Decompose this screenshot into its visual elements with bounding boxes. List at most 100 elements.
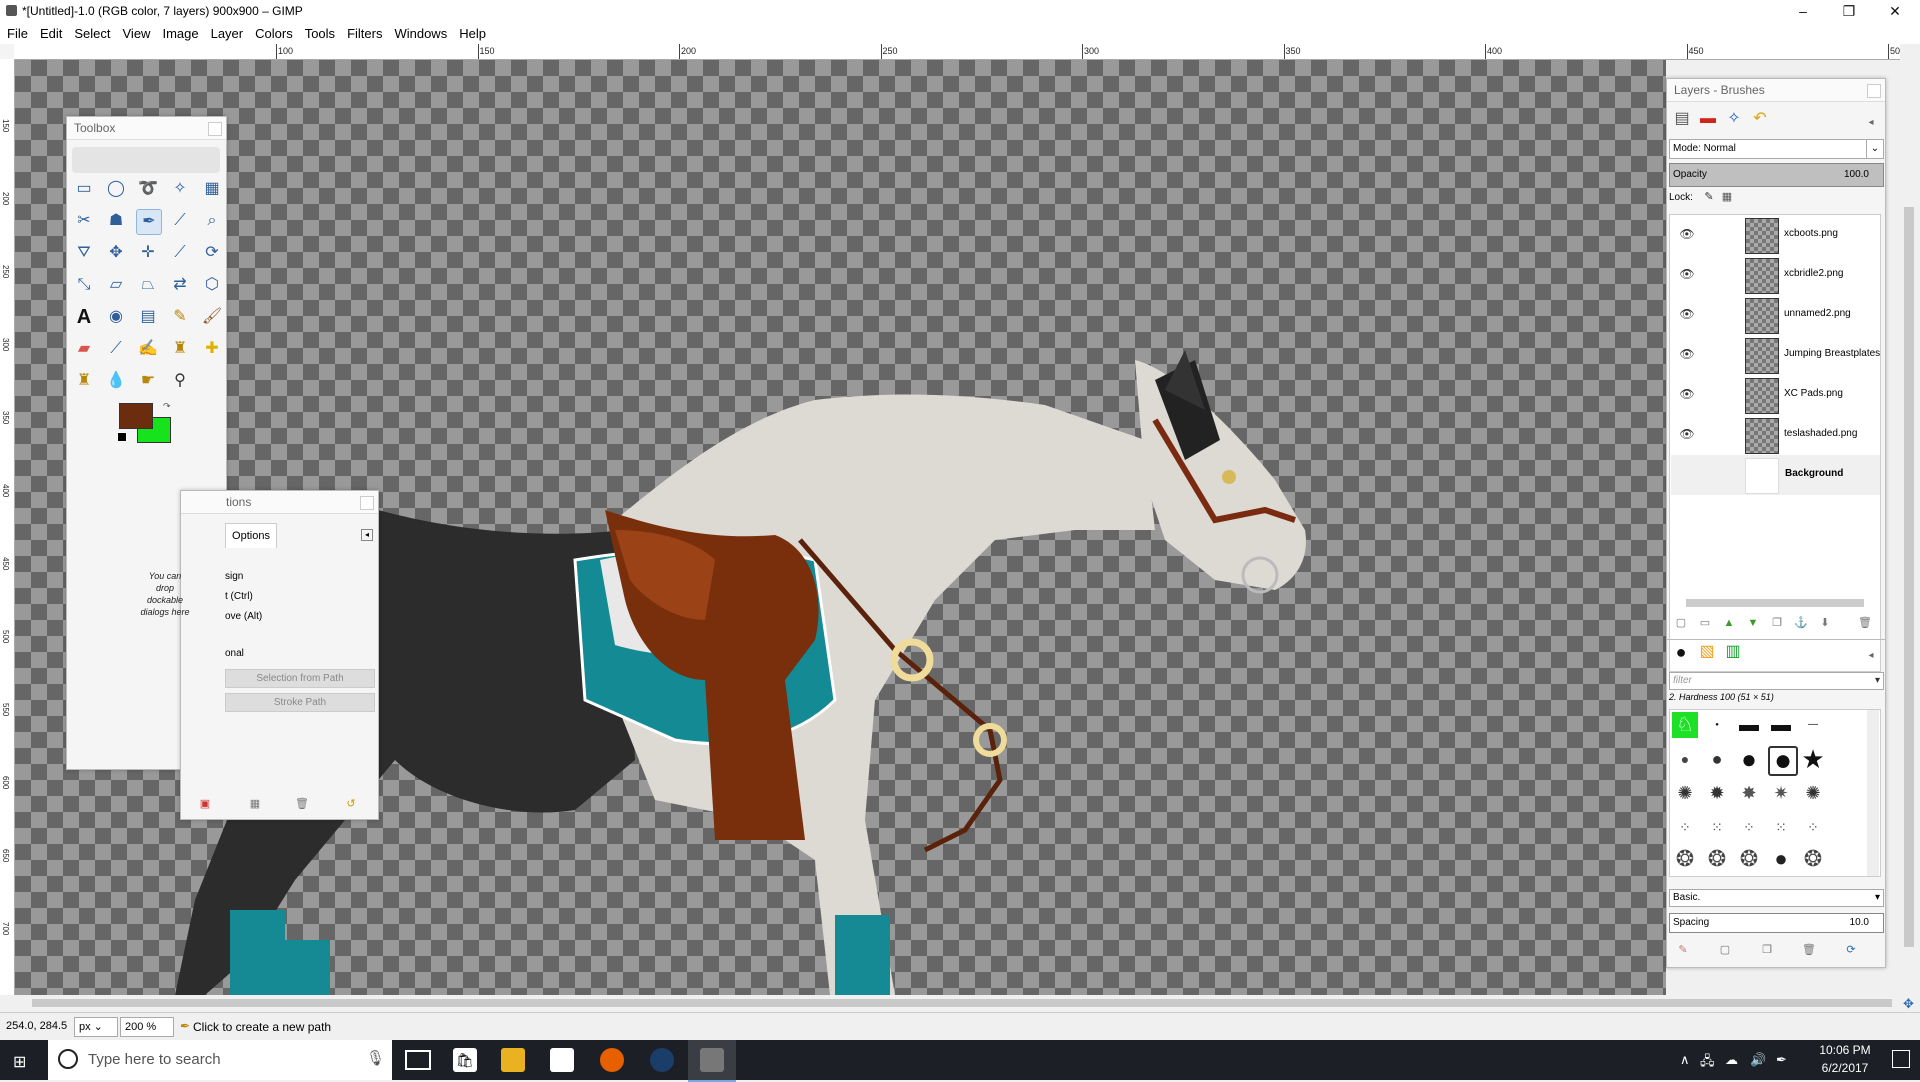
channels-tab-icon[interactable]: ▬ [1697,111,1719,133]
brush-line[interactable]: — [1800,712,1826,738]
transform-icon[interactable]: ⟳ [200,241,224,265]
pencil-icon[interactable]: ✎ [168,305,192,329]
brush-blur-bar[interactable]: ▬ [1768,712,1794,738]
menu-image[interactable]: Image [155,23,203,41]
move-icon[interactable]: ✥ [104,241,128,265]
layer-row[interactable]: 👁 Jumping Breastplates. [1671,335,1880,375]
action-center-icon[interactable] [1892,1050,1910,1068]
eraser-icon[interactable]: ▰ [72,337,96,361]
shear-icon[interactable]: ▱ [104,273,128,297]
scissors-icon[interactable]: ✂ [72,209,96,233]
menu-edit[interactable]: Edit [33,23,67,41]
menu-help[interactable]: Help [452,23,491,41]
brush-texture-2[interactable]: ❂ [1704,846,1730,872]
layers-tab-icon[interactable]: ▤ [1671,111,1693,133]
minimize-button[interactable]: – [1780,0,1826,23]
ink-icon[interactable]: ✍ [136,337,160,361]
stroke-path-button[interactable]: Stroke Path [225,693,375,712]
layer-row[interactable]: 👁 teslashaded.png [1671,415,1880,455]
clone-icon[interactable]: ♜ [168,337,192,361]
file-explorer-icon[interactable] [501,1048,525,1072]
paths-tool-icon[interactable]: ✒ [136,209,162,235]
brush-scatter-2[interactable]: ⁙ [1704,814,1730,840]
brush-hardness-100-selected[interactable]: ● [1768,746,1798,776]
save-options-icon[interactable]: ▣ [197,796,213,812]
spacing-slider[interactable]: Spacing 10.0 [1669,913,1884,933]
smudge-icon[interactable]: ☛ [136,369,160,393]
visibility-eye-icon[interactable]: 👁 [1679,307,1695,323]
gradients-tab-icon[interactable]: ▥ [1723,644,1743,664]
pen-ink-icon[interactable]: ✒ [1776,1052,1787,1068]
menu-view[interactable]: View [116,23,156,41]
close-button[interactable]: ✕ [1872,0,1918,23]
layer-row-background[interactable]: Background [1671,455,1880,495]
brush-dot[interactable]: ● [1704,712,1730,738]
layer-row[interactable]: 👁 xcboots.png [1671,215,1880,255]
paintbrush-icon[interactable]: 🖌 [200,305,224,329]
fuzzy-select-icon[interactable]: ✧ [168,177,192,201]
select-by-color-icon[interactable]: ▦ [200,177,224,201]
mail-icon[interactable] [550,1048,574,1072]
selection-from-path-button[interactable]: Selection from Path [225,669,375,688]
bucket-fill-icon[interactable]: ◉ [104,305,128,329]
volume-icon[interactable]: 🔊 [1750,1052,1766,1068]
clock-date[interactable]: 6/2/2017 [1810,1061,1880,1075]
tab-menu-icon[interactable]: ◂ [361,529,373,541]
menu-filters[interactable]: Filters [340,23,387,41]
ellipse-select-icon[interactable]: ◯ [104,177,128,201]
scale-icon[interactable]: ⤡ [72,273,96,297]
brush-splatter-2[interactable]: ✹ [1704,780,1730,806]
cage-icon[interactable]: ⬡ [200,273,224,297]
visibility-eye-icon[interactable]: 👁 [1679,347,1695,363]
blur-icon[interactable]: 💧 [104,369,128,393]
brush-filter-input[interactable]: filter ▾ [1669,672,1884,690]
edit-brush-icon[interactable]: ✎ [1675,942,1691,958]
network-icon[interactable]: 🖧 [1700,1052,1715,1074]
vscroll-thumb[interactable] [1904,207,1914,947]
patterns-tab-icon[interactable]: ▧ [1697,644,1717,664]
perspective-icon[interactable]: ⏢ [136,273,160,297]
visibility-eye-icon[interactable]: 👁 [1679,387,1695,403]
layer-row[interactable]: 👁 XC Pads.png [1671,375,1880,415]
zoom-select[interactable]: 200 % [120,1017,174,1037]
vertical-ruler[interactable]: 150 200 250 300 350 400 450 500 550 600 650 700 [0,59,15,995]
toolbox-close-icon[interactable] [208,122,222,136]
duplicate-brush-icon[interactable]: ❐ [1759,942,1775,958]
measure-icon[interactable]: ⛛ [72,241,96,265]
airbrush-icon[interactable]: ⟋ [104,337,128,361]
brush-scatter-1[interactable]: ⁘ [1672,814,1698,840]
ruler-corner[interactable] [0,44,15,60]
duplicate-layer-icon[interactable]: ❐ [1769,615,1785,631]
anchor-layer-icon[interactable]: ⚓ [1793,615,1809,631]
lower-layer-icon[interactable]: ▼ [1745,615,1761,631]
refresh-brushes-icon[interactable]: ⟳ [1843,942,1859,958]
visibility-eye-icon[interactable]: 👁 [1679,227,1695,243]
restore-options-icon[interactable]: ▦ [247,796,263,812]
canvas-vertical-scrollbar[interactable] [1900,59,1920,995]
menu-layer[interactable]: Layer [204,23,249,41]
blend-icon[interactable]: ▤ [136,305,160,329]
brush-splatter-5[interactable]: ✺ [1800,780,1826,806]
steam-icon[interactable] [650,1048,674,1072]
brushes-tab-icon[interactable]: ● [1671,643,1691,664]
unit-select[interactable]: px ⌄ [74,1017,118,1037]
menu-colors[interactable]: Colors [248,23,298,41]
brush-star[interactable]: ★ [1800,746,1826,772]
visibility-eye-icon[interactable]: 👁 [1679,267,1695,283]
show-hidden-icons[interactable]: ∧ [1680,1052,1690,1068]
brush-texture-4[interactable]: ● [1768,846,1794,872]
tool-options-close-icon[interactable] [360,496,374,510]
brush-splatter-1[interactable]: ✺ [1672,780,1698,806]
menu-tools[interactable]: Tools [298,23,340,41]
store-icon[interactable]: 🛍 [453,1048,477,1072]
merge-layer-icon[interactable]: ⬇ [1817,615,1833,631]
lock-pixels-icon[interactable]: ✎ [1701,189,1717,205]
crop-icon[interactable]: ⟋ [168,241,192,265]
hscroll-thumb[interactable] [32,999,1892,1007]
new-layer-group-icon[interactable]: ▭ [1697,615,1713,631]
brush-soft-1[interactable]: ● [1672,746,1698,772]
opacity-slider[interactable]: Opacity 100.0 [1669,163,1884,187]
raise-layer-icon[interactable]: ▲ [1721,615,1737,631]
brush-splatter-4[interactable]: ✷ [1768,780,1794,806]
brush-soft-2[interactable]: ● [1704,746,1730,772]
